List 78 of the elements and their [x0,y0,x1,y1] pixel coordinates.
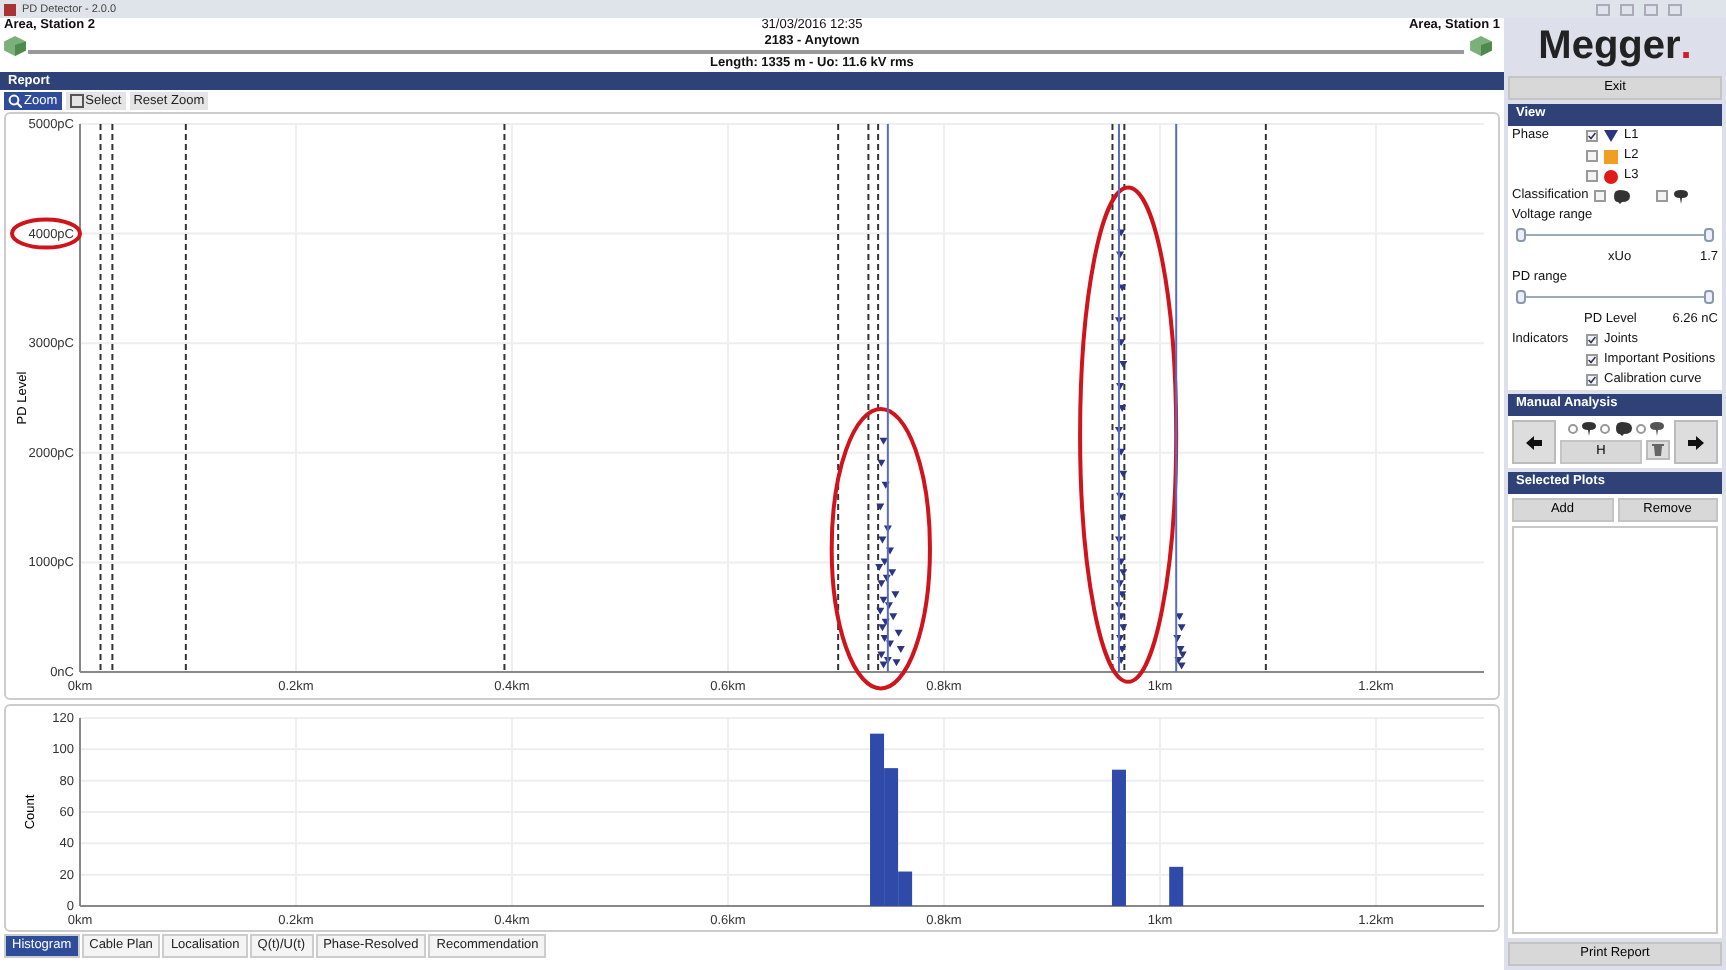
data-point [1114,536,1123,544]
data-point [886,547,894,555]
highlight-ellipse [10,217,82,250]
blob-icon [1612,189,1631,203]
data-point [1118,646,1127,654]
data-point [1114,602,1123,610]
radio-button[interactable] [1599,423,1609,433]
checkbox[interactable] [1594,190,1607,202]
data-point [1116,492,1125,500]
data-point [1117,448,1126,456]
menu-button[interactable] [1596,3,1610,15]
radio-button[interactable] [1567,423,1577,433]
checkmark-icon [1588,132,1596,140]
data-point [879,437,888,445]
data-point [1114,317,1123,325]
histogram-bar [1169,866,1184,906]
drop-icon [1674,189,1689,203]
data-point [1119,624,1128,632]
data-point [877,459,886,467]
cube-icon [4,36,26,56]
app-icon [4,3,16,15]
checkbox[interactable] [1586,354,1598,366]
minimize-button[interactable] [1620,3,1634,15]
data-point [1117,613,1126,621]
data-point [1119,470,1128,478]
checkmark-icon [1588,336,1596,344]
search-icon [8,94,22,108]
data-point [894,629,903,637]
data-point [881,481,890,489]
histogram-bar [1111,769,1126,906]
delete-button[interactable] [1646,439,1670,459]
blob-icon [1613,421,1631,435]
data-point [1177,624,1186,632]
data-point [1116,635,1125,643]
data-point [1116,383,1125,391]
data-point [1117,657,1126,665]
arrow-left-icon [1526,435,1542,449]
data-point [1173,635,1182,643]
data-point [1116,580,1125,588]
checkmark-icon [1588,356,1596,364]
trash-icon [1652,442,1664,456]
data-point [891,591,900,599]
data-point [1118,514,1127,522]
data-point [1119,361,1128,369]
previous-button[interactable] [1512,420,1556,464]
close-button[interactable] [1668,3,1682,15]
drop-icon [1649,421,1663,435]
data-point [1117,229,1126,237]
data-point [1114,426,1123,434]
checkbox[interactable] [1586,334,1598,346]
data-point [1118,591,1127,599]
radio-button[interactable] [1635,423,1645,433]
data-point [1119,569,1128,577]
next-button[interactable] [1674,420,1718,464]
data-point [1118,404,1127,412]
data-point [883,525,892,533]
checkbox[interactable] [1586,170,1598,182]
drop-icon [1581,421,1595,435]
range-slider[interactable] [1520,296,1710,302]
checkbox[interactable] [1586,150,1598,162]
square-icon [69,94,84,108]
checkbox[interactable] [1586,130,1598,142]
data-point [1117,339,1126,347]
logo: Megger. [1536,21,1694,71]
plots-list[interactable] [1512,526,1718,934]
maximize-button[interactable] [1644,3,1658,15]
data-point [1116,251,1125,259]
checkbox[interactable] [1656,190,1669,202]
data-point [876,503,885,511]
range-slider[interactable] [1520,234,1710,240]
data-point [1118,284,1127,292]
data-point [878,536,887,544]
checkmark-icon [1588,376,1596,384]
data-point [1117,558,1126,566]
cube-icon [1469,36,1492,56]
data-point [1175,613,1184,621]
arrow-right-icon [1688,435,1704,449]
checkbox[interactable] [1586,374,1598,386]
